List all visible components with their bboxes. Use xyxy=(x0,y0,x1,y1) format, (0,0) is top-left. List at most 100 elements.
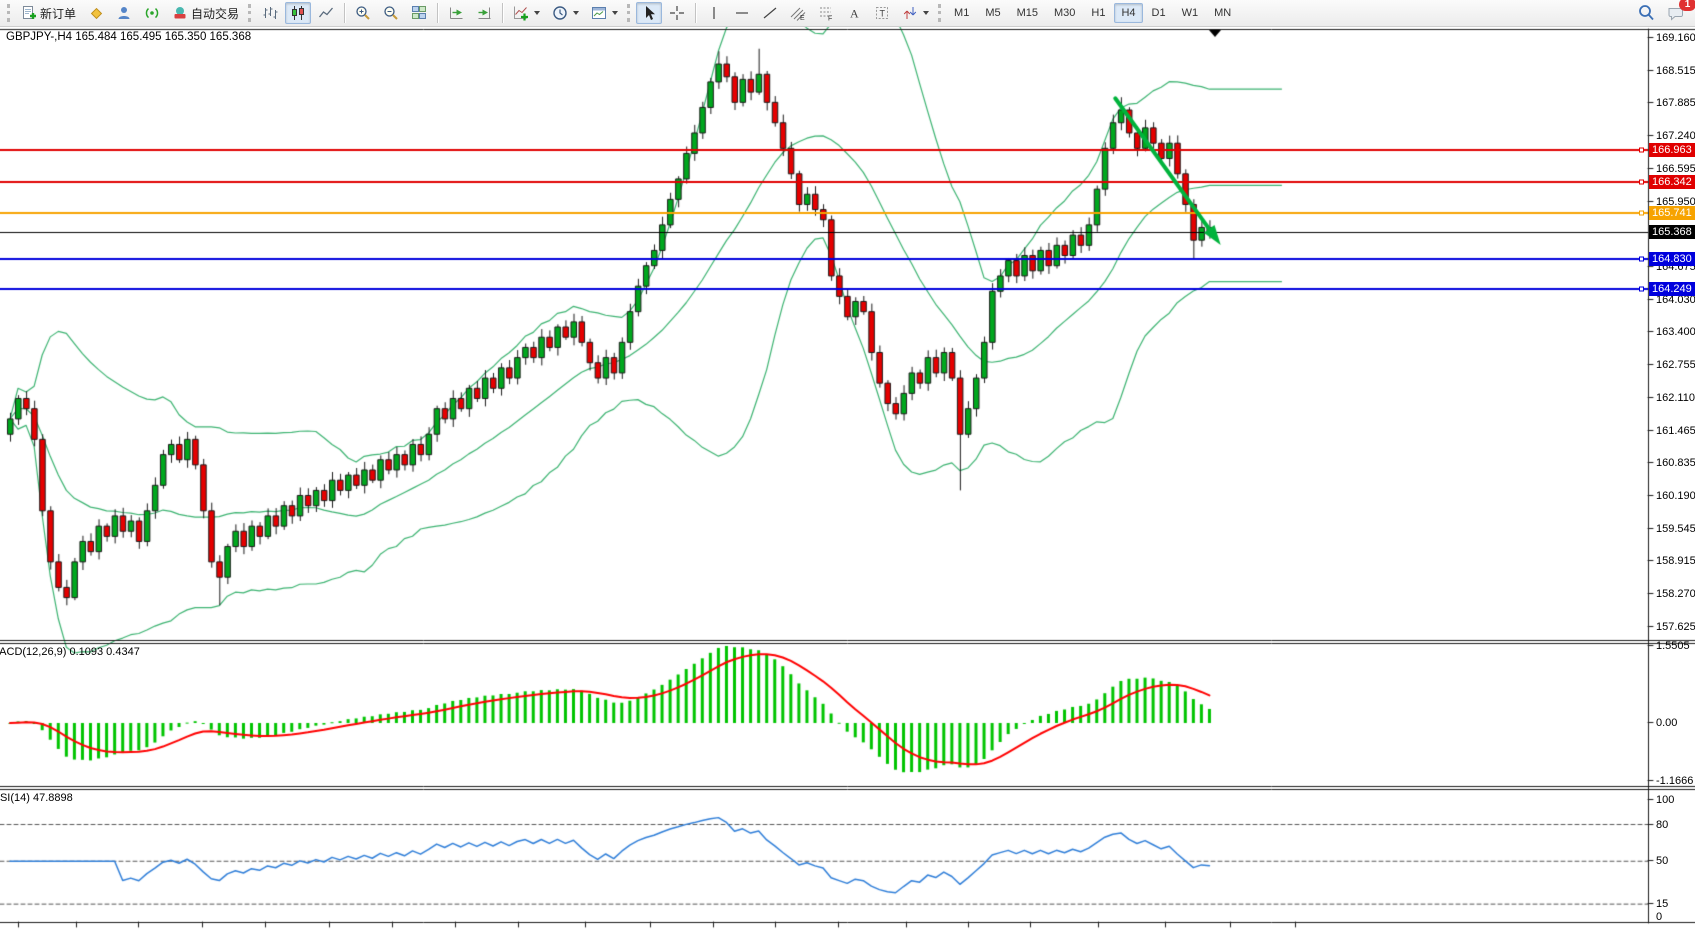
chart-canvas[interactable] xyxy=(0,0,1695,947)
candlestick-chart-button[interactable] xyxy=(285,2,311,24)
periods-button[interactable] xyxy=(547,2,584,24)
hline-drag-marker[interactable] xyxy=(1639,286,1644,291)
svg-text:T: T xyxy=(880,9,886,19)
notification-badge: 1 xyxy=(1679,0,1695,11)
timeframe-mn-button-label: MN xyxy=(1214,7,1231,19)
price-tick-label: 159.545 xyxy=(1656,523,1695,535)
timeframe-d1-button[interactable]: D1 xyxy=(1145,3,1173,23)
timeframe-h4-button[interactable]: H4 xyxy=(1114,3,1142,23)
signals-button[interactable] xyxy=(139,2,165,24)
price-tick-label: 160.190 xyxy=(1656,490,1695,502)
hline-drag-marker[interactable] xyxy=(1639,179,1644,184)
auto-scroll-icon xyxy=(448,5,464,21)
timeframe-m15-button[interactable]: M15 xyxy=(1010,3,1045,23)
timeframe-m15-button-label: M15 xyxy=(1017,7,1038,19)
timeframe-m5-button[interactable]: M5 xyxy=(978,3,1007,23)
svg-text:F: F xyxy=(828,16,832,22)
line-chart-icon xyxy=(318,5,334,21)
fibonacci-button[interactable]: F xyxy=(813,2,839,24)
new-order-button[interactable]: 新订单 xyxy=(16,2,81,24)
zoom-out-button[interactable] xyxy=(378,2,404,24)
auto-scroll-button[interactable] xyxy=(443,2,469,24)
chart-shift-button[interactable] xyxy=(471,2,497,24)
toolbar-grip xyxy=(938,4,941,22)
text-icon: A xyxy=(846,5,862,21)
equidistant-channel-button[interactable]: E xyxy=(785,2,811,24)
candlestick-chart-icon xyxy=(290,5,306,21)
vertical-line-button[interactable] xyxy=(701,2,727,24)
timeframe-h4-button-label: H4 xyxy=(1121,7,1135,19)
trendline-button[interactable] xyxy=(757,2,783,24)
rsi-axis-label: 15 xyxy=(1656,898,1668,910)
tile-windows-icon xyxy=(411,5,427,21)
notifications-button[interactable]: 1 xyxy=(1662,2,1690,24)
rsi-indicator-label: RSI(14) 47.8898 xyxy=(0,792,73,804)
dropdown-caret-icon xyxy=(534,11,540,15)
bar-chart-button[interactable] xyxy=(257,2,283,24)
timeframe-m1-button[interactable]: M1 xyxy=(947,3,976,23)
hline-price-box: 165.741 xyxy=(1649,206,1695,220)
market-depth-button[interactable] xyxy=(111,2,137,24)
signals-icon xyxy=(144,5,160,21)
horizontal-line-icon xyxy=(734,5,750,21)
arrows-button[interactable] xyxy=(897,2,934,24)
price-tick-label: 162.110 xyxy=(1656,392,1695,404)
styler-icon xyxy=(88,5,104,21)
indicators-icon xyxy=(513,5,529,21)
timeframe-w1-button[interactable]: W1 xyxy=(1175,3,1206,23)
market-depth-icon xyxy=(116,5,132,21)
timeframe-w1-button-label: W1 xyxy=(1182,7,1199,19)
price-tick-label: 167.885 xyxy=(1656,97,1695,109)
hline-drag-marker[interactable] xyxy=(1639,210,1644,215)
timeframe-d1-button-label: D1 xyxy=(1152,7,1166,19)
macd-axis-label: 0.00 xyxy=(1656,717,1677,729)
autotrading-button[interactable]: 自动交易 xyxy=(167,2,244,24)
macd-axis-label: 1.5505 xyxy=(1656,640,1690,652)
price-tick-label: 169.160 xyxy=(1656,32,1695,44)
vertical-line-icon xyxy=(706,5,722,21)
svg-text:E: E xyxy=(800,15,805,21)
chart-shift-icon xyxy=(476,5,492,21)
price-tick-label: 157.625 xyxy=(1656,621,1695,633)
styler-button[interactable] xyxy=(83,2,109,24)
toolbar-separator xyxy=(502,3,503,23)
price-tick-label: 162.755 xyxy=(1656,359,1695,371)
horizontal-line-button[interactable] xyxy=(729,2,755,24)
timeframe-m30-button[interactable]: M30 xyxy=(1047,3,1082,23)
autotrading-icon xyxy=(172,5,188,21)
cursor-button[interactable] xyxy=(636,2,662,24)
timeframe-mn-button[interactable]: MN xyxy=(1207,3,1238,23)
price-tick-label: 168.515 xyxy=(1656,65,1695,77)
price-tick-label: 158.915 xyxy=(1656,555,1695,567)
cursor-icon xyxy=(641,5,657,21)
rsi-axis-label: 0 xyxy=(1656,911,1662,923)
hline-drag-marker[interactable] xyxy=(1639,257,1644,262)
equidistant-channel-icon: E xyxy=(790,5,806,21)
search-button[interactable] xyxy=(1632,2,1660,24)
autotrading-button-label: 自动交易 xyxy=(191,5,239,22)
hline-drag-marker[interactable] xyxy=(1639,148,1644,153)
new-order-icon xyxy=(21,5,37,21)
line-chart-button[interactable] xyxy=(313,2,339,24)
toolbar-grip xyxy=(248,4,251,22)
price-tick-label: 160.835 xyxy=(1656,457,1695,469)
macd-indicator-label: MACD(12,26,9) 0.1093 0.4347 xyxy=(0,646,140,658)
time-axis[interactable]: May 202218 May 20:0020 May 04:0023 May 1… xyxy=(0,923,1648,947)
text-label-icon: T xyxy=(874,5,890,21)
hline-price-box: 166.342 xyxy=(1649,175,1695,189)
crosshair-button[interactable] xyxy=(664,2,690,24)
chart-title: GBPJPY-,H4 165.484 165.495 165.350 165.3… xyxy=(6,31,251,43)
svg-text:A: A xyxy=(850,7,859,21)
templates-button[interactable] xyxy=(586,2,623,24)
indicators-button[interactable] xyxy=(508,2,545,24)
dropdown-caret-icon xyxy=(573,11,579,15)
main-toolbar: 新订单 自动交易 E F A T M1M5 M15 M30 H1 H4 D1 W1 MN 1 xyxy=(0,0,1695,27)
arrows-icon xyxy=(902,5,918,21)
tile-windows-button[interactable] xyxy=(406,2,432,24)
text-label-button[interactable]: T xyxy=(869,2,895,24)
timeframe-h1-button-label: H1 xyxy=(1091,7,1105,19)
timeframe-h1-button[interactable]: H1 xyxy=(1084,3,1112,23)
text-button[interactable]: A xyxy=(841,2,867,24)
zoom-in-button[interactable] xyxy=(350,2,376,24)
toolbar-separator xyxy=(344,3,345,23)
